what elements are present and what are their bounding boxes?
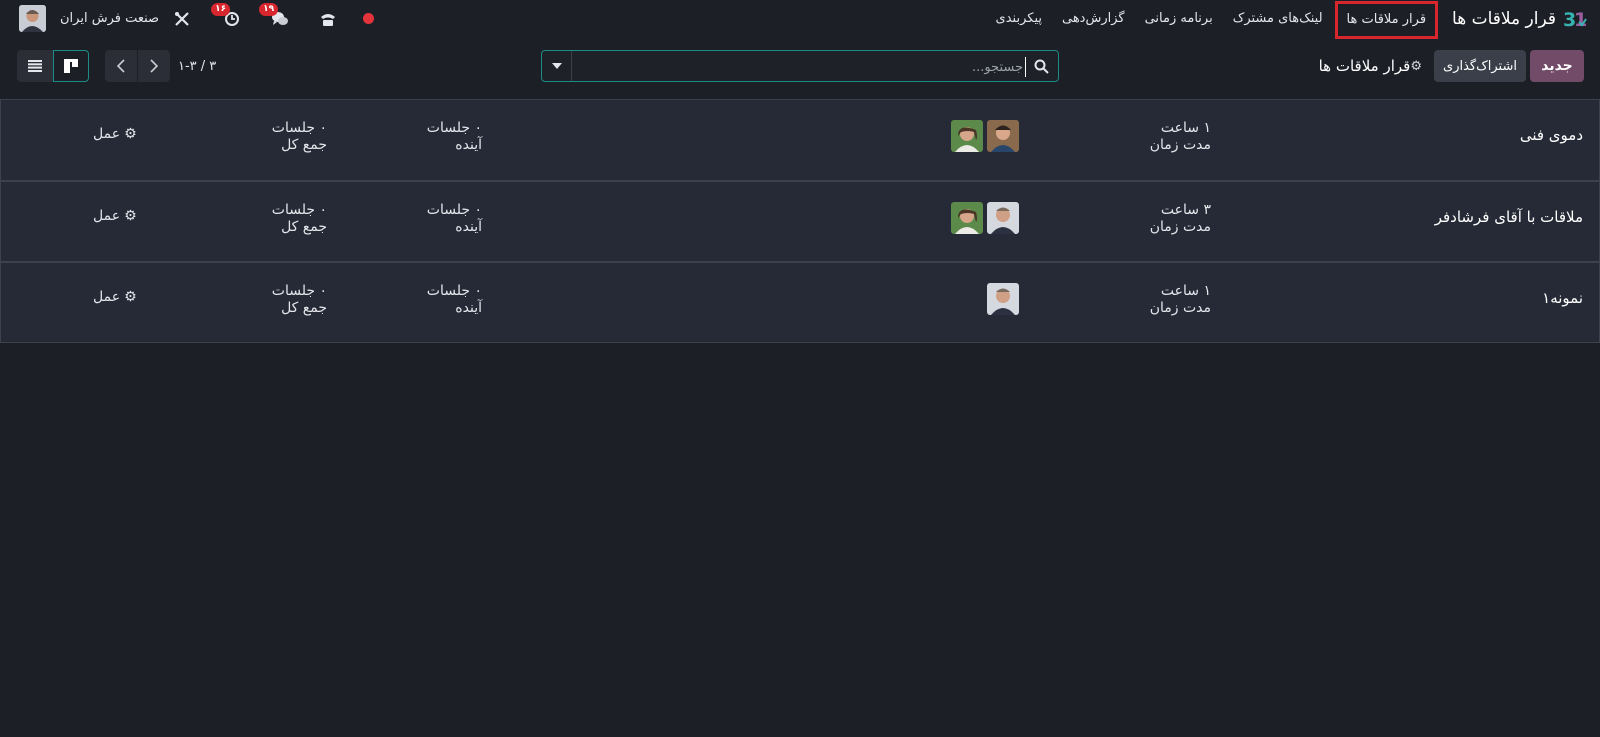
record-title[interactable]: دموی فنی [1520, 126, 1583, 144]
upcoming-value: ۰ جلسات [426, 283, 482, 299]
total-value: ۰ جلسات [271, 120, 327, 136]
staff-avatars [951, 202, 1019, 234]
upcoming-label: آینده [455, 219, 482, 235]
phone-icon[interactable] [317, 8, 339, 30]
upcoming-value: ۰ جلسات [426, 120, 482, 136]
total-value: ۰ جلسات [271, 202, 327, 218]
new-button[interactable]: جدید [1530, 50, 1584, 82]
total-label: جمع کل [281, 300, 327, 316]
total-stat[interactable]: ۰ جلسات جمع کل [272, 202, 327, 236]
menu-shared-links[interactable]: لینک‌های مشترک [1225, 0, 1331, 37]
upcoming-stat[interactable]: ۰ جلسات آینده [427, 283, 482, 317]
duration-value: ۱ ساعت [1160, 283, 1211, 299]
action-button[interactable]: ⚙ عمل [93, 208, 137, 224]
avatar[interactable] [987, 283, 1019, 315]
gear-icon: ⚙ [124, 289, 137, 305]
list-item[interactable]: ملاقات با آقای فرشادفر ۳ ساعت مدت زمان ۰… [0, 180, 1600, 262]
chevron-left-icon[interactable] [105, 50, 137, 82]
menu-reporting[interactable]: گزارش‌دهی [1054, 0, 1133, 37]
total-label: جمع کل [281, 137, 327, 153]
menu-schedule[interactable]: برنامه زمانی [1137, 0, 1221, 37]
total-stat[interactable]: ۰ جلسات جمع کل [272, 283, 327, 317]
top-navbar: 3 1 قرار ملاقات ها قرار ملاقات ها لینک‌ه… [0, 0, 1600, 39]
user-avatar[interactable] [19, 5, 46, 32]
main-menu: 3 1 قرار ملاقات ها قرار ملاقات ها لینک‌ه… [984, 0, 1588, 39]
share-button[interactable]: اشتراک‌گذاری [1434, 50, 1526, 82]
kanban-view-icon[interactable] [53, 50, 89, 82]
page-title: قرار ملاقات ها [1318, 57, 1411, 75]
action-label: عمل [93, 208, 121, 224]
list-item[interactable]: دموی فنی ۱ ساعت مدت زمان ۰ جلسات آینده ۰… [0, 99, 1600, 181]
duration-label: مدت زمان [1149, 219, 1211, 235]
upcoming-value: ۰ جلسات [426, 202, 482, 218]
gear-icon: ⚙ [124, 208, 137, 224]
upcoming-stat[interactable]: ۰ جلسات آینده [427, 120, 482, 154]
tools-icon[interactable] [171, 8, 193, 30]
record-list: دموی فنی ۱ ساعت مدت زمان ۰ جلسات آینده ۰… [0, 99, 1600, 343]
upcoming-stat[interactable]: ۰ جلسات آینده [427, 202, 482, 236]
upcoming-label: آینده [455, 137, 482, 153]
duration-stat: ۳ ساعت مدت زمان [1150, 202, 1211, 236]
gear-icon: ⚙ [124, 126, 137, 142]
total-label: جمع کل [281, 219, 327, 235]
control-panel: جدید اشتراک‌گذاری قرار ملاقات ها ⚙ ۱-۳ /… [0, 37, 1600, 97]
duration-stat: ۱ ساعت مدت زمان [1150, 283, 1211, 317]
activity-clock-icon[interactable]: ۱۶ [211, 2, 243, 30]
appointment-app-icon[interactable]: 3 1 [1562, 6, 1588, 32]
pager-value[interactable]: ۱-۳ / ۳ [178, 50, 216, 82]
avatar[interactable] [951, 202, 983, 234]
duration-stat: ۱ ساعت مدت زمان [1150, 120, 1211, 154]
search-input[interactable] [578, 57, 1026, 77]
duration-value: ۳ ساعت [1160, 202, 1211, 218]
gear-icon[interactable]: ⚙ [1410, 59, 1422, 74]
total-stat[interactable]: ۰ جلسات جمع کل [272, 120, 327, 154]
avatar[interactable] [987, 120, 1019, 152]
staff-avatars [987, 283, 1019, 315]
list-view-icon[interactable] [17, 50, 53, 82]
app-title[interactable]: قرار ملاقات ها [1452, 9, 1556, 29]
action-label: عمل [93, 126, 121, 142]
record-title[interactable]: ملاقات با آقای فرشادفر [1435, 208, 1583, 226]
action-button[interactable]: ⚙ عمل [93, 289, 137, 305]
action-button[interactable]: ⚙ عمل [93, 126, 137, 142]
caret-down-icon[interactable] [542, 51, 572, 81]
chat-icon[interactable]: ۱۹ [259, 2, 291, 30]
duration-label: مدت زمان [1149, 137, 1211, 153]
staff-avatars [951, 120, 1019, 152]
systray: صنعت فرش ایران ۱۶ ۱۹ [0, 0, 379, 37]
record-title[interactable]: نمونه۱ [1542, 289, 1583, 307]
chevron-right-icon[interactable] [138, 50, 170, 82]
avatar[interactable] [951, 120, 983, 152]
upcoming-label: آینده [455, 300, 482, 316]
duration-value: ۱ ساعت [1160, 120, 1211, 136]
chat-badge: ۱۹ [259, 2, 279, 16]
action-label: عمل [93, 289, 121, 305]
avatar[interactable] [987, 202, 1019, 234]
company-switcher[interactable]: صنعت فرش ایران [60, 11, 159, 26]
breadcrumb: قرار ملاقات ها ⚙ [1319, 50, 1428, 82]
menu-appointments[interactable]: قرار ملاقات ها [1334, 0, 1439, 39]
menu-configuration[interactable]: پیکربندی [988, 0, 1050, 37]
search-bar [541, 50, 1059, 82]
total-value: ۰ جلسات [271, 283, 327, 299]
record-dot-icon[interactable] [357, 8, 379, 30]
activity-badge: ۱۶ [211, 2, 231, 16]
search-icon[interactable] [1034, 59, 1049, 74]
duration-label: مدت زمان [1149, 300, 1211, 316]
list-item[interactable]: نمونه۱ ۱ ساعت مدت زمان ۰ جلسات آینده ۰ ج… [0, 261, 1600, 343]
